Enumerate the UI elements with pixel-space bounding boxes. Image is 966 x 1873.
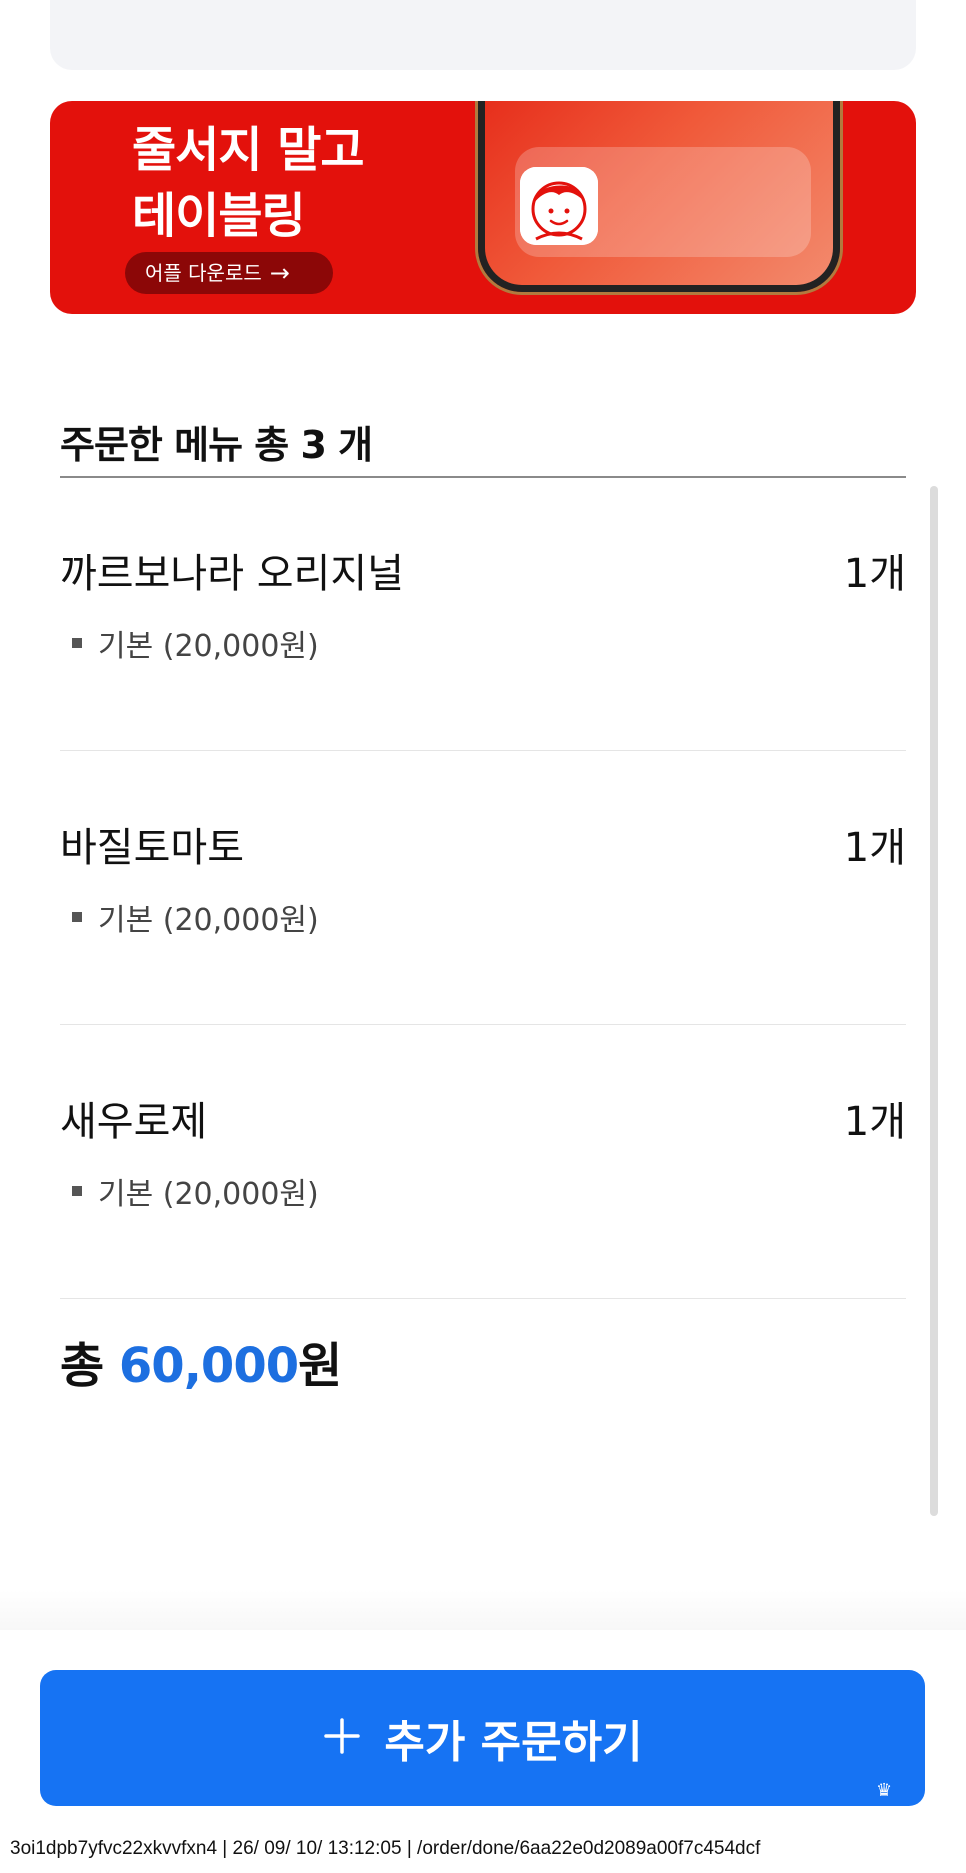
order-item: 까르보나라 오리지널 1개 기본 (20,000원): [60, 541, 906, 815]
app-download-banner[interactable]: 줄서지 말고 테이블링 어플 다운로드 →: [50, 101, 916, 314]
order-item-option: 기본 (20,000원): [72, 895, 319, 939]
scrollbar[interactable]: [930, 486, 938, 1516]
order-item-name: 까르보나라 오리지널: [60, 551, 404, 597]
order-item-option-label: 기본 (20,000원): [98, 1177, 319, 1212]
add-order-button[interactable]: 추가 주문하기: [40, 1670, 925, 1806]
order-section-title: 주문한 메뉴 총 3 개: [60, 423, 373, 467]
total-suffix: 원: [298, 1338, 342, 1394]
bullet-icon: [72, 638, 82, 648]
order-total: 총 60,000원: [60, 1326, 342, 1396]
app-download-button[interactable]: 어플 다운로드 →: [125, 252, 333, 294]
add-order-label: 추가 주문하기: [384, 1717, 643, 1768]
order-item-qty: 1개: [843, 825, 906, 871]
crown-icon: ♛: [876, 1780, 893, 1800]
item-divider: [60, 1024, 906, 1025]
total-prefix: 총: [60, 1338, 104, 1394]
order-item-option: 기본 (20,000원): [72, 1169, 319, 1213]
bullet-icon: [72, 912, 82, 922]
item-divider: [60, 1298, 906, 1299]
app-download-label: 어플 다운로드: [145, 261, 262, 285]
previous-card: [50, 0, 916, 70]
banner-title-line2: 테이블링: [132, 188, 306, 244]
order-item: 새우로제 1개 기본 (20,000원): [60, 1089, 906, 1363]
banner-title: 줄서지 말고 테이블링: [132, 117, 365, 249]
order-item-name: 새우로제: [60, 1099, 208, 1145]
order-item: 바질토마토 1개 기본 (20,000원): [60, 815, 906, 1089]
order-item-qty: 1개: [843, 551, 906, 597]
bullet-icon: [72, 1186, 82, 1196]
debug-footer: 3oi1dpb7yfvc22xkvvfxn4 | 26/ 09/ 10/ 13:…: [10, 1838, 761, 1859]
order-item-option-label: 기본 (20,000원): [98, 629, 319, 664]
total-amount: 60,000: [118, 1338, 299, 1394]
arrow-right-icon: →: [269, 259, 290, 287]
order-item-option: 기본 (20,000원): [72, 621, 319, 665]
order-item-option-label: 기본 (20,000원): [98, 903, 319, 938]
tabling-app-icon: [520, 167, 598, 245]
order-item-name: 바질토마토: [60, 825, 244, 871]
bottom-fade: [0, 1590, 966, 1630]
plus-icon: [322, 1710, 362, 1766]
item-divider: [60, 750, 906, 751]
banner-title-line1: 줄서지 말고: [132, 122, 365, 178]
character-face-icon: [520, 167, 598, 245]
section-divider: [60, 476, 906, 478]
order-item-qty: 1개: [843, 1099, 906, 1145]
